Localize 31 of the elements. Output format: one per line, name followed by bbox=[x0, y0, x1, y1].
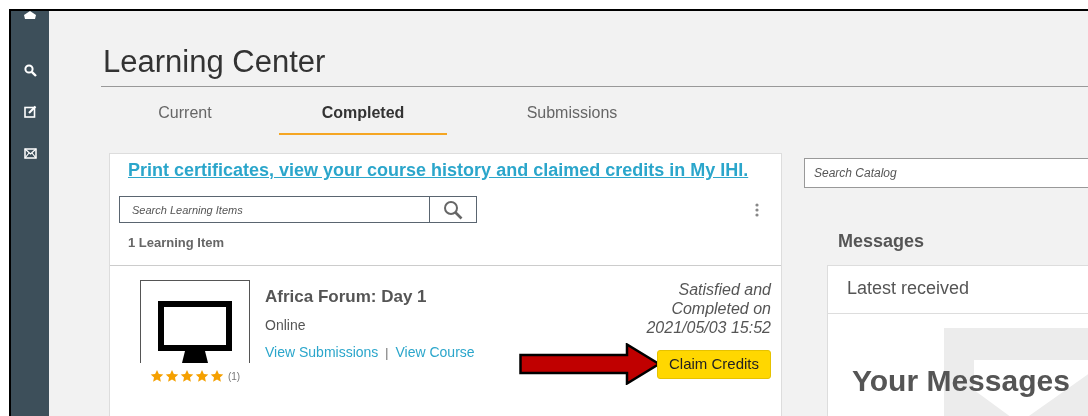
certificates-link[interactable]: Print certificates, view your course history and claimed credits in My IHI. bbox=[128, 157, 749, 185]
star-icon bbox=[209, 369, 224, 384]
star-icon bbox=[179, 369, 194, 384]
claim-credits-button[interactable]: Claim Credits bbox=[657, 350, 771, 379]
course-title: Africa Forum: Day 1 bbox=[265, 285, 428, 308]
star-icon bbox=[194, 369, 209, 384]
messages-tab[interactable]: Latest received bbox=[828, 266, 1088, 315]
catalog-search-field[interactable]: Search Catalog bbox=[804, 158, 1088, 189]
item-count: 1 Learning Item bbox=[128, 234, 226, 253]
tab[interactable]: Completed bbox=[279, 95, 447, 136]
search-field[interactable]: Search Learning Items bbox=[119, 196, 429, 224]
course-link[interactable]: View Course bbox=[395, 342, 475, 364]
link-separator: | bbox=[385, 344, 389, 362]
edit-icon[interactable] bbox=[23, 105, 37, 118]
completion-status: Satisfied and Completed on 2021/05/03 15:52 bbox=[645, 279, 771, 338]
more-options-icon[interactable] bbox=[755, 203, 759, 218]
page-title: Learning Center bbox=[103, 43, 327, 81]
course-link[interactable]: View Submissions bbox=[265, 342, 379, 364]
tab[interactable]: Current bbox=[101, 95, 269, 136]
home-icon[interactable] bbox=[23, 11, 37, 19]
rating-count: (1) bbox=[227, 369, 241, 384]
star-icon bbox=[149, 369, 164, 384]
search-icon bbox=[443, 199, 463, 220]
mail-icon[interactable] bbox=[23, 148, 37, 159]
search-icon[interactable] bbox=[23, 64, 37, 77]
tab[interactable]: Submissions bbox=[472, 95, 672, 136]
course-format: Online bbox=[265, 316, 307, 336]
star-icon bbox=[164, 369, 179, 384]
empty-messages-title: Your Messages bbox=[852, 366, 1070, 397]
search-button[interactable] bbox=[429, 196, 477, 224]
messages-heading: Messages bbox=[838, 230, 926, 254]
